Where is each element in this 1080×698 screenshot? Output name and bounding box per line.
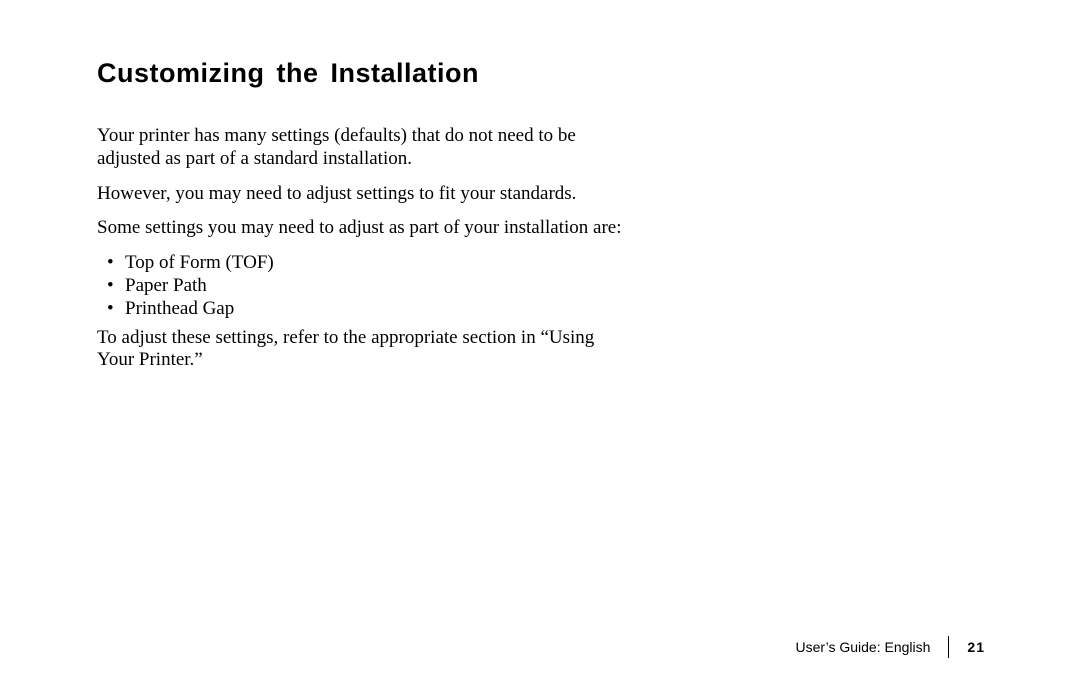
paragraph: To adjust these settings, refer to the a… [97, 327, 627, 373]
settings-list: Top of Form (TOF) Paper Path Printhead G… [97, 252, 627, 320]
paragraph: Your printer has many settings (defaults… [97, 125, 627, 171]
list-item: Paper Path [97, 275, 627, 298]
document-page: Customizing the Installation Your printe… [0, 0, 1080, 698]
footer-label: User’s Guide: English [796, 639, 949, 655]
list-item: Top of Form (TOF) [97, 252, 627, 275]
list-item: Printhead Gap [97, 298, 627, 321]
paragraph: However, you may need to adjust settings… [97, 183, 627, 206]
content-area: Customizing the Installation Your printe… [97, 58, 627, 384]
section-heading: Customizing the Installation [97, 58, 627, 89]
paragraph: Some settings you may need to adjust as … [97, 217, 627, 240]
page-footer: User’s Guide: English 21 [796, 636, 985, 658]
page-number: 21 [949, 639, 985, 655]
